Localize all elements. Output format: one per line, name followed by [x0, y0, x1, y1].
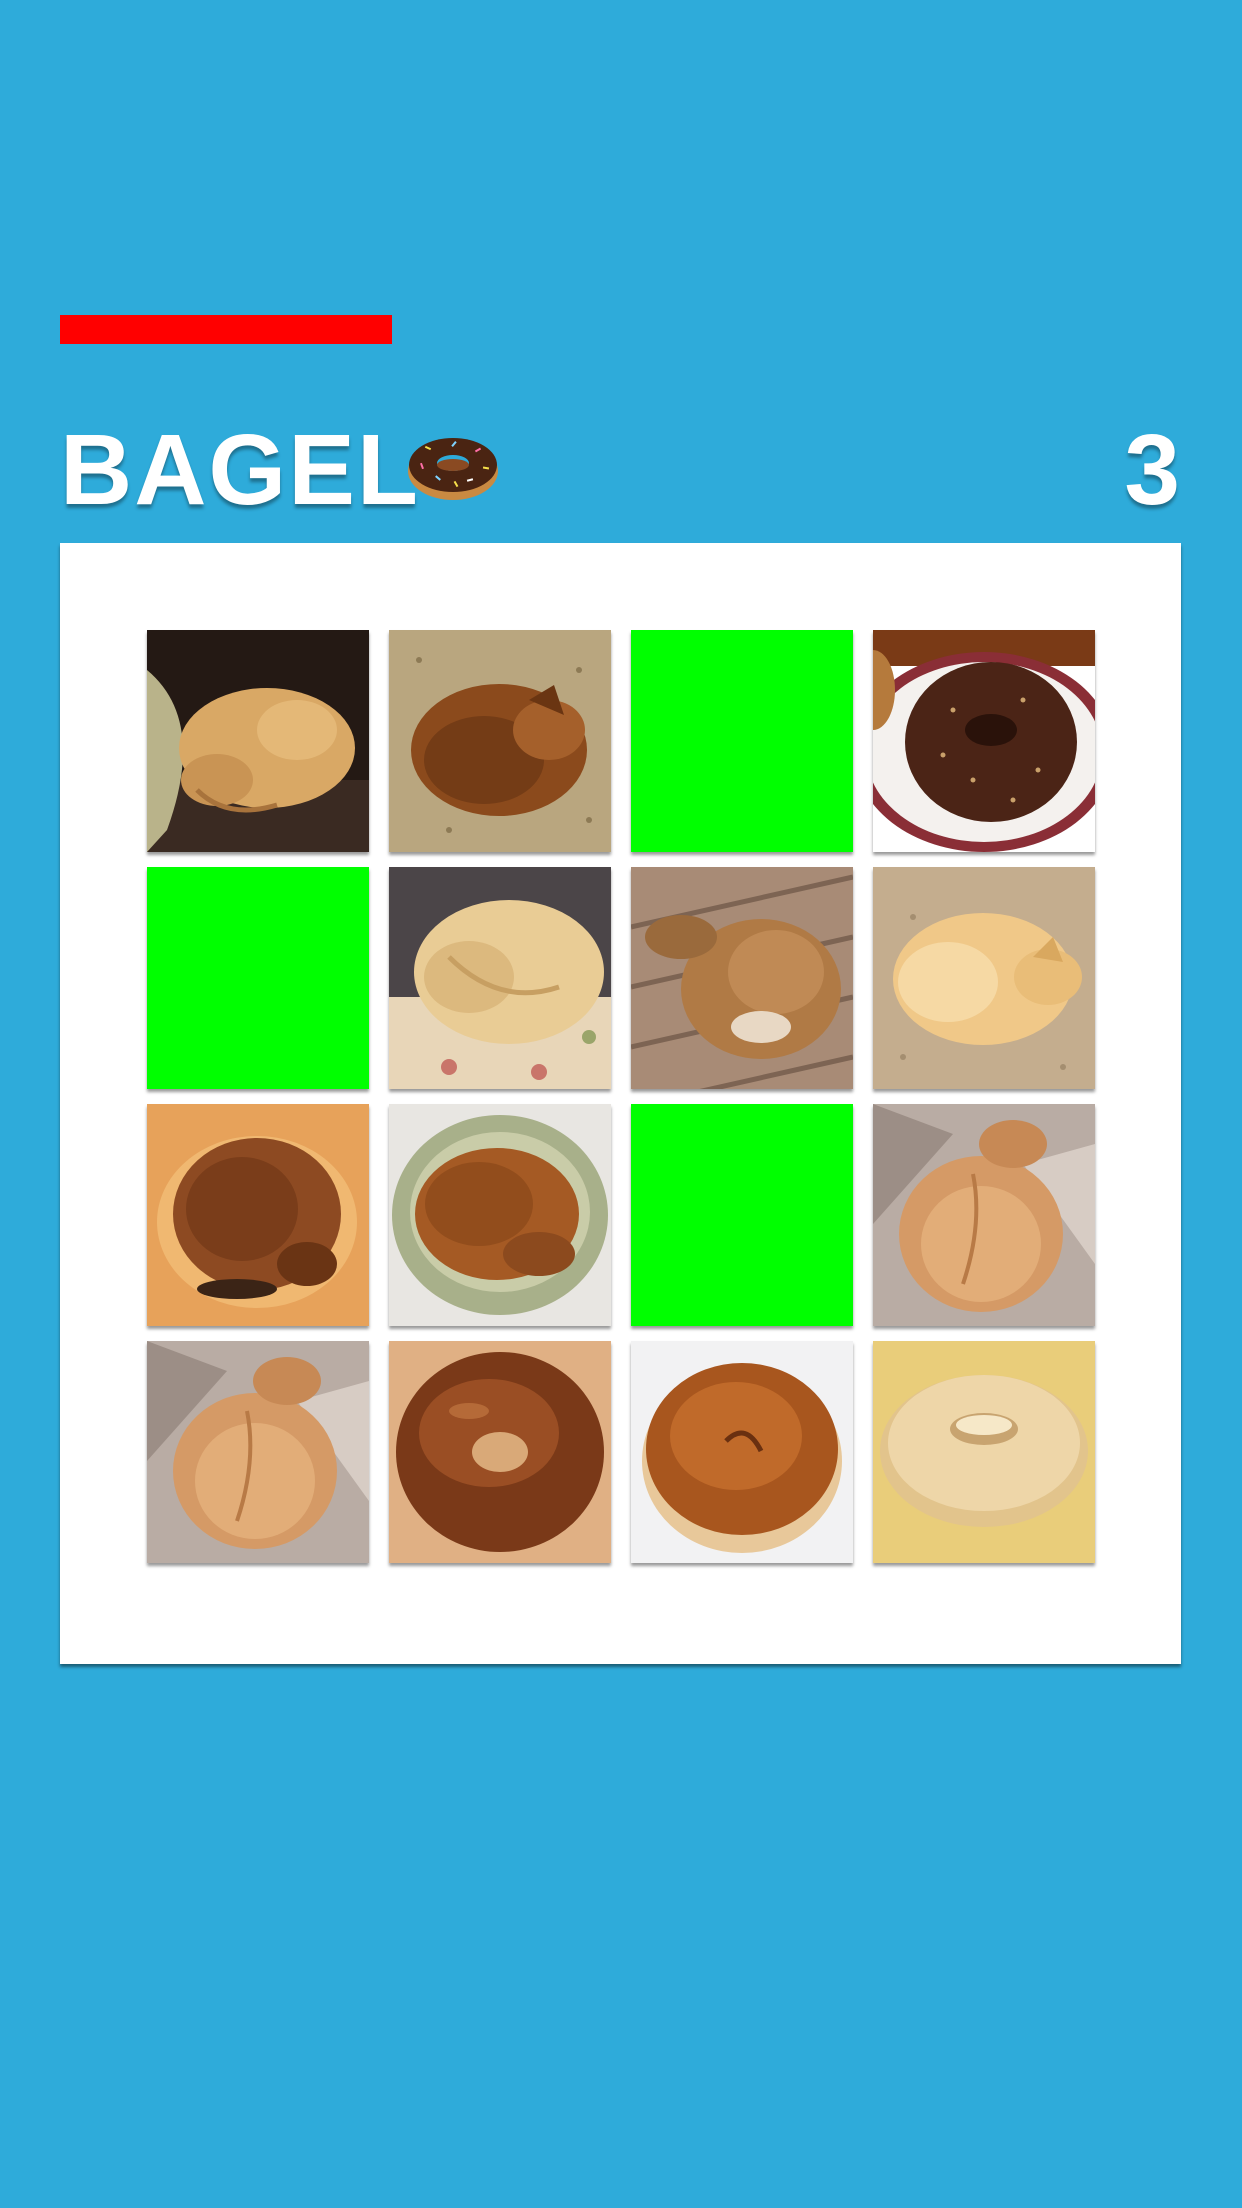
dog-photo: [389, 867, 611, 1089]
timer-fill: [60, 315, 392, 344]
tile-bagel[interactable]: [631, 1341, 853, 1563]
tile-dog[interactable]: [147, 1341, 369, 1563]
bagel-photo: [873, 1341, 1095, 1563]
bagel-photo: [873, 630, 1095, 852]
tile-dog[interactable]: [389, 630, 611, 852]
dog-photo: [389, 1104, 611, 1326]
dog-photo: [147, 1341, 369, 1563]
tile-bagel[interactable]: [389, 1341, 611, 1563]
dog-photo: [631, 867, 853, 1089]
donut-icon: [408, 438, 498, 500]
dog-photo: [389, 630, 611, 852]
dog-photo: [873, 867, 1095, 1089]
tile-dog[interactable]: [147, 630, 369, 852]
dog-photo: [147, 630, 369, 852]
tile-bagel[interactable]: [873, 1341, 1095, 1563]
tile-dog[interactable]: [389, 1104, 611, 1326]
tile-dog[interactable]: [873, 867, 1095, 1089]
tile-dog[interactable]: [631, 867, 853, 1089]
bagel-photo: [631, 1341, 853, 1563]
score: 3: [1124, 414, 1180, 526]
dog-photo: [873, 1104, 1095, 1326]
dog-photo: [147, 1104, 369, 1326]
tile-selected[interactable]: [147, 867, 369, 1089]
game-title: BAGEL: [60, 414, 420, 526]
bagel-photo: [389, 1341, 611, 1563]
tile-selected[interactable]: [631, 1104, 853, 1326]
header: BAGEL 3: [60, 405, 1180, 535]
tile-dog[interactable]: [873, 1104, 1095, 1326]
timer-bar: [60, 315, 392, 344]
tile-grid: [147, 630, 1095, 1578]
tile-dog[interactable]: [389, 867, 611, 1089]
tile-dog[interactable]: [147, 1104, 369, 1326]
game-board: [60, 543, 1181, 1664]
tile-bagel[interactable]: [873, 630, 1095, 852]
tile-selected[interactable]: [631, 630, 853, 852]
